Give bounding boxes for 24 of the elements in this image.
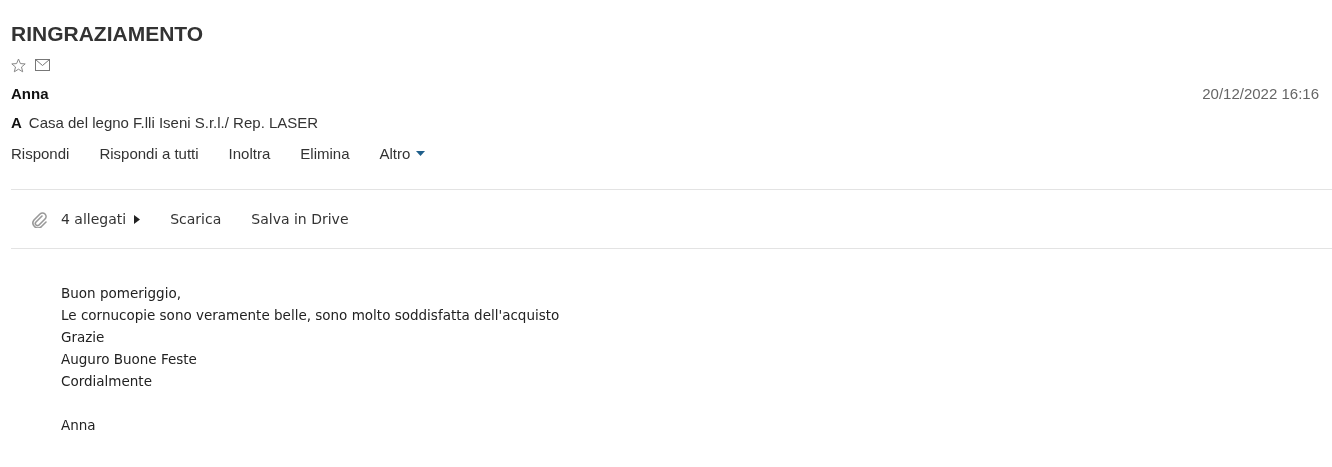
sender-name: Anna — [11, 84, 49, 102]
attachment-action[interactable]: Salva in Drive — [251, 211, 349, 227]
body-text-line: Anna — [61, 416, 97, 435]
body-text-line: Buon pomeriggio, — [61, 284, 182, 303]
body-text-line: Le cornucopie sono veramente belle, sono molto soddisfatta dell'acquisto — [61, 306, 561, 325]
attachment-action[interactable]: Scarica — [170, 211, 222, 227]
caret-icon — [416, 150, 426, 156]
envelope-icon[interactable] — [35, 59, 50, 71]
attachments-toggle[interactable]: 4 allegati — [61, 211, 141, 227]
paperclip-icon — [31, 210, 47, 228]
body-text-line: Grazie — [61, 328, 106, 347]
action-link[interactable]: Inoltra — [228, 144, 271, 162]
body-text-line: Cordialmente — [61, 372, 153, 391]
body-text-line: Auguro Buone Feste — [61, 350, 198, 369]
date-text: 20/12/2022 16:16 — [1202, 84, 1319, 102]
star-icon[interactable] — [11, 57, 26, 73]
action-link[interactable]: Elimina — [300, 144, 350, 162]
email-subject: RINGRAZIAMENTO — [11, 21, 205, 46]
action-link[interactable]: Rispondi — [11, 144, 70, 162]
caret-icon — [134, 214, 141, 224]
action-link[interactable]: Rispondi a tutti — [99, 144, 199, 162]
recipient-label: A — [11, 113, 22, 131]
recipient-name[interactable]: Casa del legno F.lli Iseni S.r.l./ Rep. LASER — [28, 113, 319, 131]
more-menu-button[interactable]: Altro — [379, 144, 426, 162]
